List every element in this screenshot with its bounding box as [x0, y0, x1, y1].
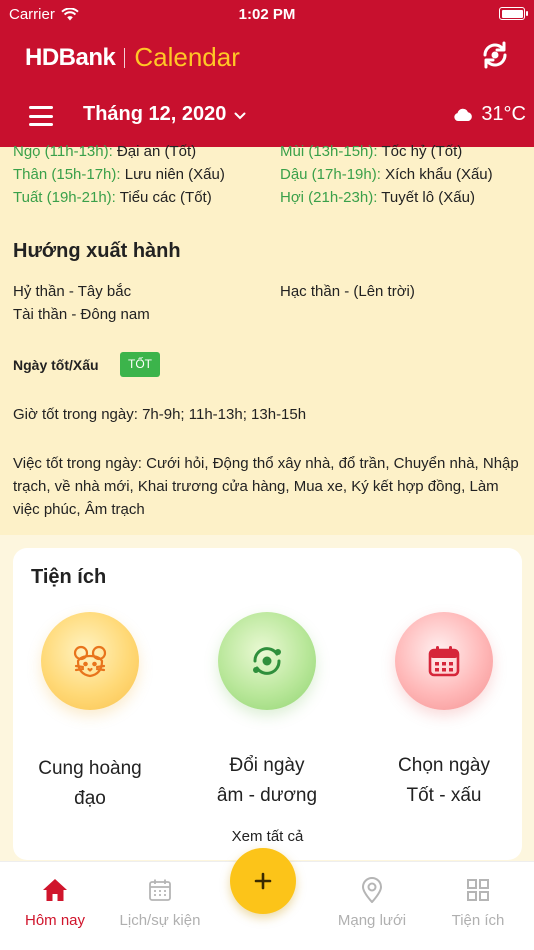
hour-item: Ngọ (11h-13h): Đại an (Tốt)	[13, 143, 197, 160]
sync-button[interactable]	[479, 39, 511, 71]
tai-than-text: Tài thần - Đông nam	[13, 306, 150, 323]
app-header: HDBank Calendar Tháng 12, 2020 31°C	[0, 30, 534, 147]
hour-item: Tuất (19h-21h): Tiểu các (Tốt)	[13, 189, 212, 206]
brand-name: HDBank	[25, 43, 116, 71]
hour-item: Mùi (13h-15h): Tốc hỷ (Tốt)	[280, 143, 463, 160]
brand-logo: HDBank Calendar	[25, 42, 240, 73]
battery-icon	[499, 7, 528, 20]
sync-icon	[483, 41, 507, 69]
location-pin-icon	[361, 877, 383, 903]
zodiac-icon-circle	[41, 612, 139, 710]
zodiac-hours-button[interactable]: Cung hoàng đạo	[10, 612, 170, 814]
pick-day-label-line1: Chọn ngày	[398, 755, 490, 776]
good-hours-text: Giờ tốt trong ngày: 7h-9h; 11h-13h; 13h-…	[13, 406, 307, 423]
plus-icon	[254, 872, 272, 890]
tab-utilities-label: Tiện ích	[451, 912, 505, 929]
convert-date-button[interactable]: Đổi ngày âm - dương	[187, 612, 347, 811]
zodiac-label-line2: đạo	[74, 788, 106, 809]
day-quality-label: Ngày tốt/Xấu	[13, 357, 99, 373]
temperature: 31°C	[481, 103, 526, 125]
add-event-button[interactable]	[230, 848, 296, 914]
status-badge: TỐT	[120, 352, 160, 377]
month-selector[interactable]: Tháng 12, 2020	[83, 103, 246, 126]
pick-day-label-line2: Tốt - xấu	[406, 785, 482, 806]
grid-icon	[467, 879, 489, 901]
convert-label-line1: Đổi ngày	[229, 755, 305, 776]
convert-label-line2: âm - dương	[216, 785, 318, 806]
pick-day-button[interactable]: Chọn ngày Tốt - xấu	[364, 612, 524, 811]
chevron-down-icon	[234, 112, 246, 119]
zodiac-label-line1: Cung hoàng	[38, 758, 142, 779]
clock: 1:02 PM	[238, 6, 296, 23]
convert-icon	[253, 647, 281, 675]
good-tasks-text: Việc tốt trong ngày: Cưới hỏi, Động thổ …	[13, 455, 519, 518]
hac-than-text: Hạc thần - (Lên trời)	[280, 283, 415, 300]
see-all-link[interactable]: Xem tất cả	[13, 828, 522, 845]
pick-day-icon-circle	[395, 612, 493, 710]
direction-title: Hướng xuất hành	[13, 240, 181, 262]
hamburger-menu-icon[interactable]	[29, 106, 53, 126]
status-bar: Carrier 1:02 PM	[0, 0, 534, 30]
home-icon	[43, 879, 67, 901]
rat-icon	[73, 645, 107, 678]
utilities-card: Tiện ích Cung hoàng đạo Đổi ngày âm - dư…	[13, 548, 522, 860]
calendar-icon	[428, 646, 460, 677]
tab-utilities[interactable]: Tiện ích	[423, 876, 533, 929]
tab-calendar-events-label: Lịch/sự kiện	[119, 912, 201, 929]
tab-calendar-events[interactable]: Lịch/sự kiện	[105, 876, 215, 929]
hour-item: Hợi (21h-23h): Tuyết lô (Xấu)	[280, 189, 475, 206]
convert-icon-circle	[218, 612, 316, 710]
tab-today[interactable]: Hôm nay	[0, 876, 110, 929]
tab-network[interactable]: Mạng lưới	[317, 876, 427, 929]
tab-network-label: Mạng lưới	[337, 912, 407, 929]
hour-item: Thân (15h-17h): Lưu niên (Xấu)	[13, 166, 225, 183]
utilities-title: Tiện ích	[31, 566, 107, 588]
brand-divider	[124, 47, 126, 68]
hy-than-text: Hỷ thần - Tây bắc	[13, 283, 132, 300]
weather-widget[interactable]: 31°C	[453, 103, 526, 126]
cloud-icon	[454, 108, 473, 121]
app-name: Calendar	[134, 42, 240, 72]
tab-today-label: Hôm nay	[24, 912, 86, 929]
month-label: Tháng 12, 2020	[83, 103, 227, 125]
hour-item: Dậu (17h-19h): Xích khẩu (Xấu)	[280, 166, 493, 183]
calendar-icon	[149, 879, 171, 901]
